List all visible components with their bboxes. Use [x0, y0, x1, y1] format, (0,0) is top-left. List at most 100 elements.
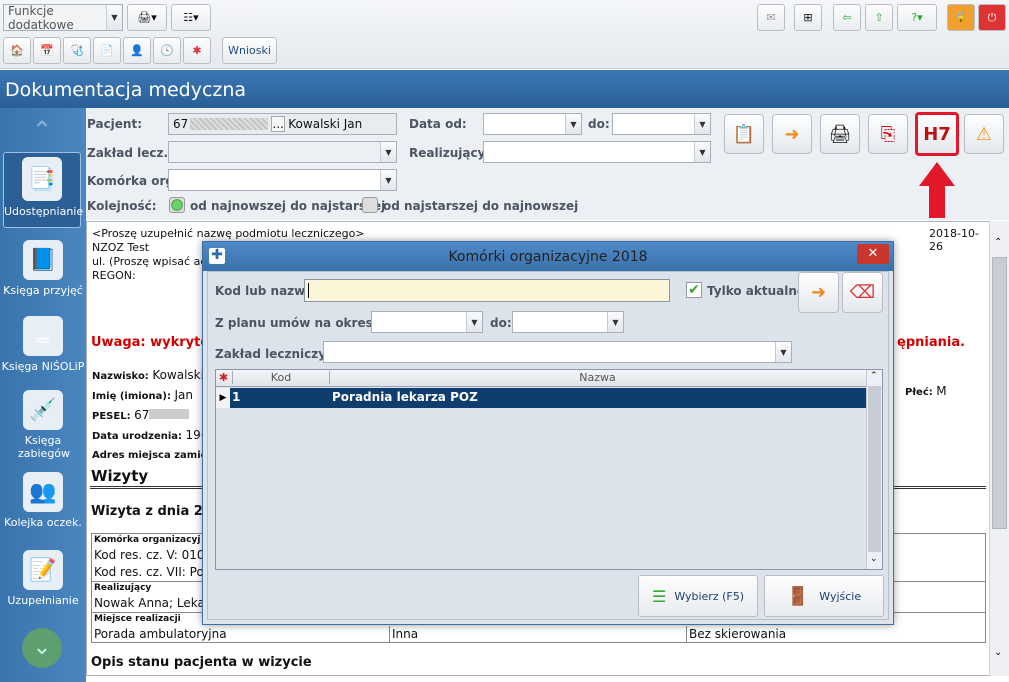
orange-arrow-button[interactable]: ➜: [798, 272, 839, 313]
sidebar-down-icon[interactable]: ⌄: [22, 628, 62, 668]
sidebar-label: Kolejka oczek.: [4, 516, 82, 529]
home-icon[interactable]: 🏠: [3, 37, 31, 64]
close-button[interactable]: ✕: [857, 244, 889, 264]
dialog-title: Komórki organizacyjne 2018: [448, 248, 648, 265]
tylko-aktualne-label: Tylko aktualne: [707, 284, 806, 298]
kod-nazwa-label: Kod lub nazwa:: [215, 284, 319, 298]
warning-text-end: ępniania.: [897, 335, 966, 350]
lock-icon[interactable]: 🔒: [947, 4, 975, 31]
layout-button[interactable]: ☷▾: [171, 4, 211, 31]
column-nazwa[interactable]: Nazwa: [329, 371, 865, 384]
masked-value: [190, 118, 269, 130]
sidebar-item-ksiega-przyjec[interactable]: 📘 Księga przyjęć: [0, 240, 86, 297]
sidebar-label: Księga zabiegów: [18, 434, 71, 460]
document-scrollbar[interactable]: ⌃ ⌄: [989, 221, 1009, 676]
funkcje-dodatkowe-select[interactable]: Funkcje dodatkowe ▼: [3, 3, 123, 32]
scroll-thumb[interactable]: [868, 386, 881, 552]
sidebar-label: Księga przyjęć: [3, 284, 83, 297]
pacjent-field[interactable]: 67 ... Kowalski Jan: [168, 113, 397, 135]
flower-icon[interactable]: ✱: [183, 37, 211, 64]
eraser-button[interactable]: ⌫: [842, 272, 883, 313]
stethoscope-icon[interactable]: 🩺: [63, 37, 91, 64]
clock-icon[interactable]: 🕓: [153, 37, 181, 64]
scroll-thumb[interactable]: [992, 257, 1007, 529]
warning-button[interactable]: ⚠: [964, 114, 1004, 154]
funkcje-label: Funkcje dodatkowe: [8, 3, 74, 32]
book-syringe-icon: 💉: [23, 390, 63, 430]
row-nazwa: Poradnia lekarza POZ: [332, 390, 478, 404]
kod-nazwa-input[interactable]: [304, 279, 670, 302]
chevron-down-icon: ▼: [565, 114, 581, 134]
results-grid: ✱ Kod Nazwa ▶ 1 Poradnia lekarza POZ ⌃ ⌄: [215, 369, 883, 570]
urodzenie-label: Data urodzenia:: [92, 431, 183, 442]
warning-text: Uwaga: wykryto: [91, 335, 210, 350]
plan-od-field[interactable]: ▼: [371, 311, 483, 333]
zaklad-label: Zakład lecz.:: [87, 146, 173, 160]
plec-value: M: [936, 384, 947, 398]
row-pointer-icon: ▶: [216, 388, 230, 408]
sidebar-label: Księga NiŚOLiP: [1, 360, 85, 373]
scroll-down-icon[interactable]: ⌄: [994, 647, 1002, 658]
scroll-down-icon[interactable]: ⌄: [870, 554, 878, 564]
patient-icon[interactable]: 👤: [123, 37, 151, 64]
kod-v: Kod res. cz. V: 010: [94, 548, 205, 562]
calendar-icon[interactable]: 📅: [33, 37, 61, 64]
pdf-button[interactable]: ⎘: [868, 114, 908, 154]
sidebar-item-uzupelnianie[interactable]: 📝 Uzupełnianie: [0, 550, 86, 607]
komorka-select[interactable]: ▼: [168, 169, 397, 191]
zaklad-select[interactable]: ▼: [168, 141, 397, 163]
pesel-value: 67: [134, 408, 150, 422]
document-date: 2018-10-26: [929, 227, 979, 253]
chevron-down-icon: ▼: [380, 142, 396, 162]
imie-label: Imię (imiona):: [92, 391, 171, 402]
masked-value: [149, 409, 190, 419]
print-export-button[interactable]: 🖨: [820, 114, 860, 154]
plec-row: Płeć: M: [905, 384, 947, 398]
scroll-up-icon[interactable]: ⌃: [994, 237, 1002, 248]
list-select-icon: ☰: [651, 586, 667, 606]
wybierz-label: Wybierz (F5): [674, 589, 745, 603]
sidebar-item-ksiega-zabiegow[interactable]: 💉 Księga zabiegów: [0, 390, 86, 460]
wybierz-button[interactable]: ☰ Wybierz (F5): [638, 575, 758, 617]
print-button[interactable]: 🖨▾: [127, 4, 167, 31]
wyjscie-button[interactable]: 🚪 Wyjście: [764, 575, 884, 617]
page-title: Dokumentacja medyczna: [0, 70, 1009, 108]
back-arrow-icon[interactable]: ⇦: [833, 4, 861, 31]
up-arrow-icon[interactable]: ⇧: [865, 4, 893, 31]
network-icon[interactable]: ⊞: [794, 4, 822, 31]
pacjent-search-button[interactable]: ...: [271, 116, 286, 132]
komorki-dialog: ✚ Komórki organizacyjne 2018 ✕ Kod lub n…: [202, 241, 894, 625]
zaklad-leczniczy-label: Zakład leczniczy:: [215, 347, 331, 361]
plan-do-field[interactable]: ▼: [512, 311, 624, 333]
mail-icon[interactable]: ✉: [757, 4, 785, 31]
order-old-new-radio[interactable]: [362, 197, 378, 213]
table-row[interactable]: ▶ 1 Poradnia lekarza POZ: [216, 388, 866, 408]
sidebar-item-udostepnianie[interactable]: 📑 Udostępnianie: [3, 152, 83, 228]
data-od-field[interactable]: ▼: [483, 113, 582, 135]
exit-door-icon: 🚪: [786, 585, 810, 607]
column-kod[interactable]: Kod: [232, 371, 329, 384]
wizyty-heading: Wizyty: [91, 467, 149, 485]
chevron-down-icon: ▼: [466, 312, 482, 332]
grid-scrollbar[interactable]: ⌃ ⌄: [866, 370, 882, 569]
edit-list-button[interactable]: 📋: [724, 114, 764, 154]
documents-icon[interactable]: 📄: [93, 37, 121, 64]
wnioski-label: Wnioski: [228, 44, 271, 57]
zaklad-leczniczy-select[interactable]: ▼: [323, 341, 792, 363]
tylko-aktualne-checkbox[interactable]: ✔: [686, 282, 702, 298]
red-arrow-icon: [919, 162, 955, 218]
orange-arrow-button[interactable]: ➜: [772, 114, 812, 154]
text-caret: [308, 283, 309, 298]
hl7-export-button[interactable]: H7: [915, 112, 959, 156]
sidebar-item-kolejka[interactable]: 👥 Kolejka oczek.: [0, 472, 86, 529]
wnioski-button[interactable]: Wnioski: [222, 37, 277, 64]
order-new-old-radio[interactable]: [169, 197, 185, 213]
scroll-up-icon[interactable]: ⌃: [870, 371, 878, 381]
power-icon[interactable]: ⏻: [978, 4, 1006, 31]
sidebar-up-icon[interactable]: ⌃: [24, 116, 60, 144]
realizujacy-select[interactable]: ▼: [483, 141, 711, 163]
imie-value: Jan: [174, 388, 193, 402]
sidebar-item-ksiega-nisolip[interactable]: ☕ Księga NiŚOLiP: [0, 316, 86, 373]
help-icon[interactable]: ?▾: [897, 4, 937, 31]
data-do-field[interactable]: ▼: [612, 113, 711, 135]
